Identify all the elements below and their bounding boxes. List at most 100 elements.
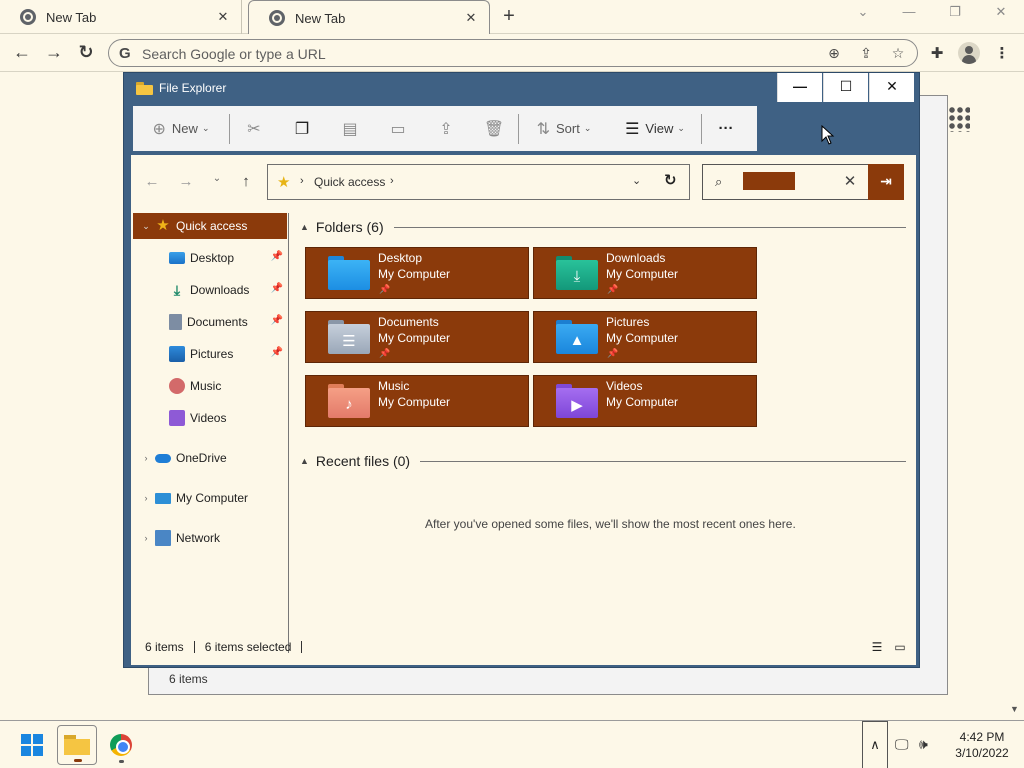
taskbar-file-explorer[interactable] <box>57 725 97 765</box>
extensions-puzzle-icon[interactable]: ✚ <box>927 44 947 64</box>
back-arrow-icon[interactable]: ← <box>142 173 162 193</box>
details-view-icon[interactable]: ☰ <box>870 641 884 653</box>
volume-icon[interactable]: 🕪 <box>919 736 928 753</box>
folder-name: Videos <box>606 379 643 393</box>
show-hidden-icons-chevron-icon[interactable]: ∧ <box>862 721 888 768</box>
sort-arrows-icon: ⇅ <box>536 120 550 138</box>
address-history-chevron-icon[interactable]: ⌄ <box>632 174 641 187</box>
explorer-close-button[interactable]: ✕ <box>869 73 914 102</box>
chevron-right-icon[interactable]: › <box>139 533 153 543</box>
folders-group-header[interactable]: ▲ Folders (6) <box>300 219 906 235</box>
back-arrow-icon[interactable]: ← <box>11 42 33 64</box>
minimize-icon[interactable]: — <box>897 4 921 24</box>
reload-icon[interactable]: ↻ <box>75 42 97 64</box>
browser-tab-active[interactable]: New Tab ✕ <box>248 0 490 35</box>
address-bar[interactable]: ★ › Quick access › ⌄ ↻ <box>267 164 690 200</box>
search-clear-button[interactable]: ✕ <box>832 164 868 200</box>
search-input-highlight[interactable] <box>743 172 795 190</box>
cut-button[interactable]: ✂ <box>230 106 278 151</box>
new-label: New <box>171 121 198 136</box>
pictures-folder-icon: ▲ <box>556 320 598 354</box>
pin-icon: 📌 <box>379 348 391 358</box>
paste-button[interactable]: ▤ <box>326 106 374 151</box>
pin-icon: 📌 <box>607 348 619 358</box>
forward-arrow-icon[interactable]: → <box>176 173 196 193</box>
chevron-right-icon[interactable]: › <box>139 453 153 463</box>
tiles-view-icon[interactable]: ▭ <box>893 641 907 653</box>
up-arrow-icon[interactable]: ↑ <box>236 173 256 193</box>
sort-button[interactable]: ⇅ Sort ⌄ <box>519 106 609 151</box>
breadcrumb-chevron-icon[interactable]: › <box>300 175 304 187</box>
search-box[interactable]: ⌕ <box>702 164 832 200</box>
folder-tile-downloads[interactable]: ⤓ Downloads My Computer 📌 <box>533 247 757 299</box>
clipboard-icon: ▤ <box>342 120 358 138</box>
network-status-icon[interactable]: 🖵 <box>895 736 909 753</box>
search-go-button[interactable]: ⇥ <box>868 164 904 200</box>
bookmark-star-icon[interactable]: ☆ <box>889 45 907 63</box>
folder-location: My Computer <box>606 331 679 345</box>
omnibox-placeholder[interactable]: Search Google or type a URL <box>142 46 326 62</box>
system-clock[interactable]: 4:42 PM 3/10/2022 <box>944 729 1020 761</box>
nav-item-quick-access[interactable]: ⌄ ★ Quick access <box>133 213 287 239</box>
nav-item-videos[interactable]: Videos <box>133 405 287 431</box>
share-icon[interactable]: ⇪ <box>857 45 875 63</box>
new-tab-button[interactable]: + <box>498 6 520 28</box>
refresh-icon[interactable]: ↻ <box>664 171 677 189</box>
new-button[interactable]: ⊕ New ⌄ <box>133 106 229 151</box>
explorer-maximize-button[interactable]: ☐ <box>823 73 868 102</box>
taskbar-chrome[interactable] <box>101 725 141 765</box>
nav-item-documents[interactable]: Documents 📌 <box>133 309 287 335</box>
scroll-down-arrow-icon[interactable]: ▼ <box>1010 704 1019 714</box>
rename-button[interactable]: ▭ <box>374 106 422 151</box>
tab-close-icon[interactable]: ✕ <box>215 9 231 25</box>
nav-item-my-computer[interactable]: › My Computer <box>133 485 287 511</box>
nav-item-onedrive[interactable]: › OneDrive <box>133 445 287 471</box>
omnibox[interactable]: G Search Google or type a URL ⊕ ⇪ ☆ <box>108 39 918 67</box>
copy-button[interactable]: ❐ <box>278 106 326 151</box>
close-window-icon[interactable]: ✕ <box>989 4 1013 24</box>
tab-close-icon[interactable]: ✕ <box>463 10 479 26</box>
nav-item-music[interactable]: Music <box>133 373 287 399</box>
explorer-minimize-button[interactable]: — <box>777 73 822 102</box>
folder-tile-desktop[interactable]: Desktop My Computer 📌 <box>305 247 529 299</box>
chevron-down-icon[interactable]: ⌄ <box>139 221 153 232</box>
document-lines-icon: ☰ <box>342 333 356 350</box>
breadcrumb-quick-access[interactable]: Quick access <box>314 175 385 189</box>
tab-search-chevron-icon[interactable]: ⌄ <box>851 4 875 24</box>
active-indicator <box>74 759 82 762</box>
share-button[interactable]: ⇪ <box>422 106 470 151</box>
music-folder-icon: ♪ <box>328 384 370 418</box>
nav-item-pictures[interactable]: Pictures 📌 <box>133 341 287 367</box>
collapse-triangle-icon[interactable]: ▲ <box>300 456 309 466</box>
recent-locations-chevron-icon[interactable]: ⌄ <box>207 173 227 193</box>
chevron-right-icon[interactable]: › <box>139 493 153 503</box>
nav-item-desktop[interactable]: Desktop 📌 <box>133 245 287 271</box>
music-note-icon: ♪ <box>345 396 353 413</box>
star-icon: ★ <box>277 174 291 191</box>
start-button[interactable] <box>12 725 52 765</box>
folder-tile-videos[interactable]: ▶ Videos My Computer <box>533 375 757 427</box>
nav-item-downloads[interactable]: ⤓ Downloads 📌 <box>133 277 287 303</box>
browser-tab[interactable]: New Tab ✕ <box>0 0 242 34</box>
view-label: View <box>645 121 674 136</box>
recent-files-group-header[interactable]: ▲ Recent files (0) <box>300 453 906 469</box>
collapse-triangle-icon[interactable]: ▲ <box>300 222 309 232</box>
restore-icon[interactable]: ❐ <box>943 4 967 24</box>
folder-location: My Computer <box>606 267 679 281</box>
delete-button[interactable]: 🗑 <box>470 106 518 151</box>
folder-tile-pictures[interactable]: ▲ Pictures My Computer 📌 <box>533 311 757 363</box>
see-more-button[interactable]: ··· <box>702 106 750 151</box>
nav-item-network[interactable]: › Network <box>133 525 287 551</box>
profile-avatar-icon[interactable] <box>958 42 980 64</box>
forward-arrow-icon[interactable]: → <box>43 42 65 64</box>
breadcrumb-chevron-icon[interactable]: › <box>390 175 394 187</box>
view-button[interactable]: ☰ View ⌄ <box>609 106 701 151</box>
folder-tile-music[interactable]: ♪ Music My Computer <box>305 375 529 427</box>
folder-tile-documents[interactable]: ☰ Documents My Computer 📌 <box>305 311 529 363</box>
pin-icon: 📌 <box>607 284 619 294</box>
folder-location: My Computer <box>606 395 679 409</box>
chrome-menu-icon[interactable]: ⋮ <box>992 44 1012 64</box>
videos-folder-icon: ▶ <box>556 384 598 418</box>
zoom-icon[interactable]: ⊕ <box>825 45 843 63</box>
nav-label: Network <box>176 531 221 545</box>
